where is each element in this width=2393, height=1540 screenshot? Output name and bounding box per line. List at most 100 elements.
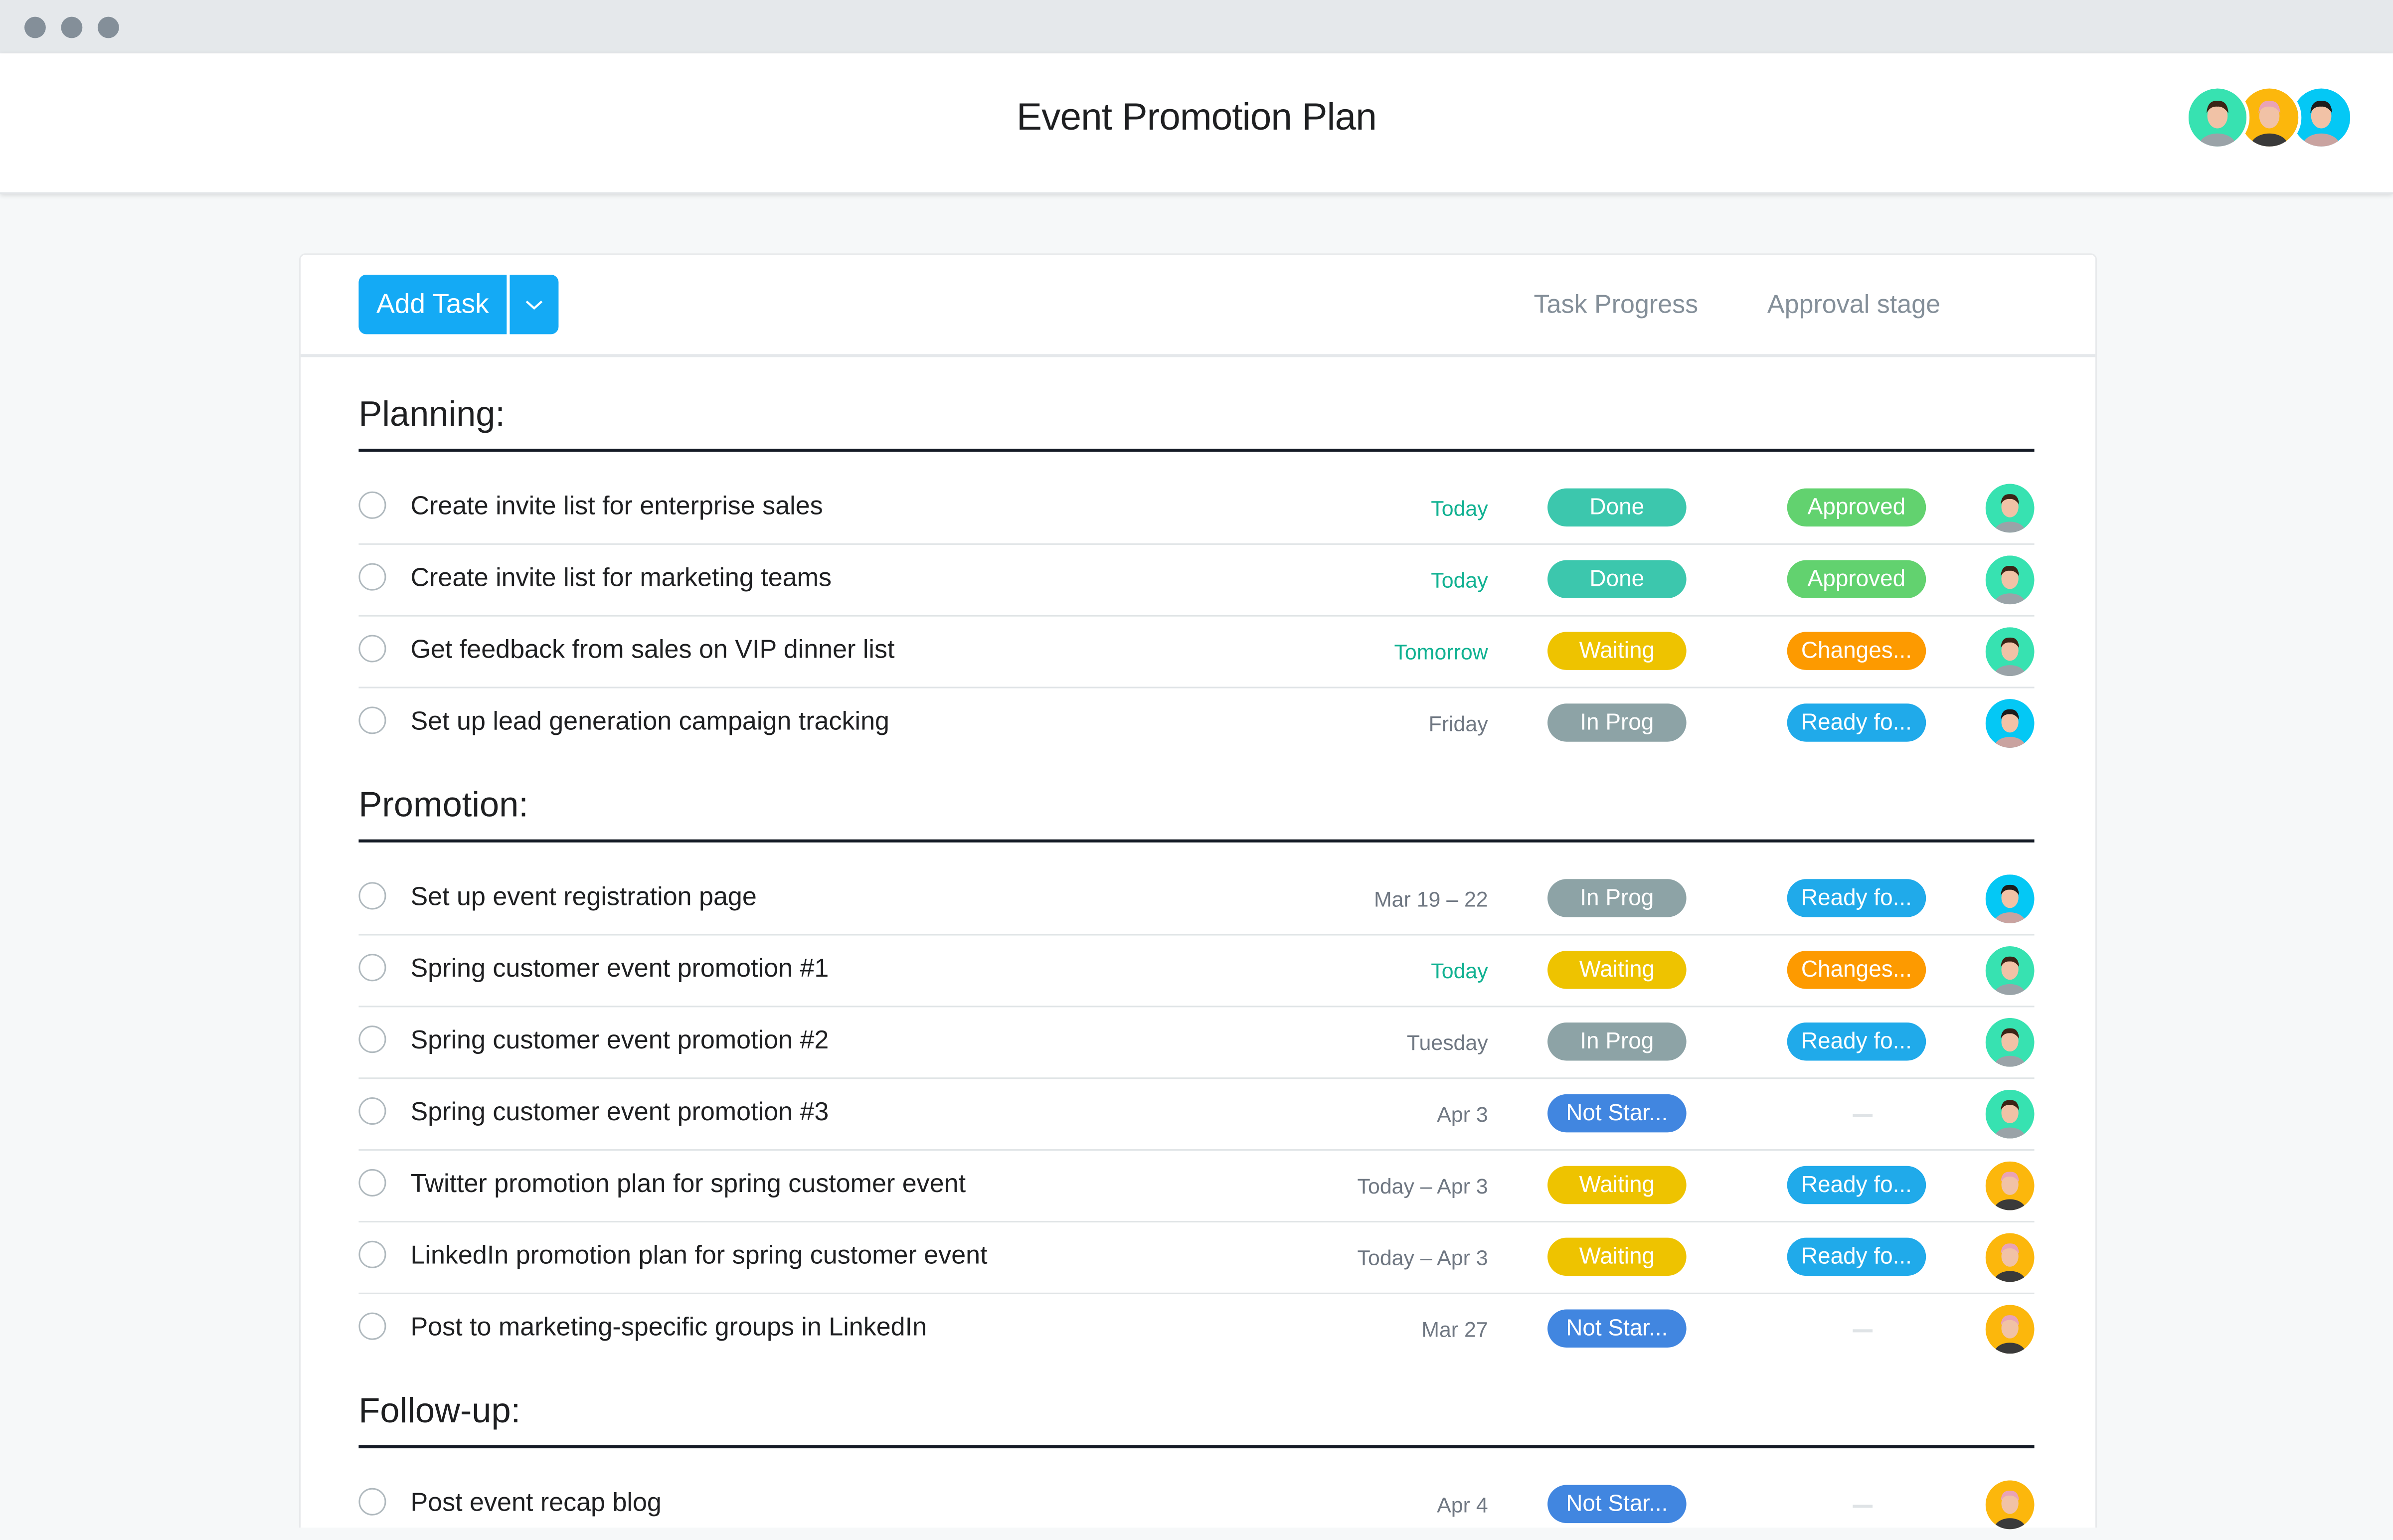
empty-approval-stage[interactable] — [1853, 1329, 1873, 1333]
window-minimize-button[interactable] — [61, 16, 83, 38]
task-row[interactable]: Create invite list for enterprise sales T… — [358, 473, 2035, 545]
due-date[interactable]: Tuesday — [1407, 1030, 1488, 1054]
complete-task-checkbox[interactable] — [358, 635, 386, 663]
due-date[interactable]: Friday — [1429, 711, 1488, 736]
column-header-task-progress[interactable]: Task Progress — [1534, 290, 1699, 321]
approval-stage-pill[interactable]: Ready fo... — [1787, 1023, 1926, 1061]
add-task-button[interactable]: Add Task — [358, 275, 507, 335]
approval-stage-pill[interactable]: Changes... — [1787, 632, 1926, 670]
task-row[interactable]: Set up lead generation campaign tracking… — [358, 688, 2035, 759]
task-row[interactable]: Spring customer event promotion #2 Tuesda… — [358, 1007, 2035, 1079]
approval-stage-pill[interactable]: Approved — [1787, 488, 1926, 527]
project-members[interactable] — [2185, 85, 2354, 150]
task-progress-pill[interactable]: Not Star... — [1547, 1094, 1687, 1133]
section-title[interactable]: Follow-up: — [358, 1382, 2035, 1449]
assignee-avatar[interactable] — [1985, 1161, 2035, 1210]
assignee-avatar[interactable] — [1985, 699, 2035, 748]
task-name[interactable]: Create invite list for enterprise sales — [410, 492, 823, 522]
due-date[interactable]: Today – Apr 3 — [1358, 1174, 1488, 1198]
assignee-avatar[interactable] — [1985, 1305, 2035, 1354]
page-title: Event Promotion Plan — [1017, 96, 1377, 139]
task-row[interactable]: Set up event registration page Mar 19 – 2… — [358, 864, 2035, 936]
approval-stage-pill[interactable]: Ready fo... — [1787, 703, 1926, 742]
project-header: Event Promotion Plan — [0, 53, 2393, 194]
task-progress-pill[interactable]: Waiting — [1547, 632, 1687, 670]
due-date[interactable]: Today — [1431, 958, 1488, 983]
assignee-avatar[interactable] — [1985, 627, 2035, 677]
assignee-avatar[interactable] — [1985, 1018, 2035, 1067]
add-task-dropdown-button[interactable] — [510, 275, 559, 335]
task-name[interactable]: Set up event registration page — [410, 882, 756, 912]
task-progress-pill[interactable]: Done — [1547, 488, 1687, 527]
task-row[interactable]: Post event recap blog Apr 4 Not Star... — [358, 1470, 2035, 1540]
due-date[interactable]: Mar 27 — [1421, 1317, 1488, 1342]
task-row[interactable]: Spring customer event promotion #1 Today W… — [358, 936, 2035, 1008]
complete-task-checkbox[interactable] — [358, 706, 386, 734]
complete-task-checkbox[interactable] — [358, 1097, 386, 1125]
task-name[interactable]: Get feedback from sales on VIP dinner li… — [410, 635, 894, 665]
task-name[interactable]: Twitter promotion plan for spring custom… — [410, 1169, 966, 1199]
assignee-avatar[interactable] — [1985, 1233, 2035, 1282]
due-date[interactable]: Mar 19 – 22 — [1374, 887, 1488, 911]
approval-stage-pill[interactable]: Ready fo... — [1787, 1237, 1926, 1276]
task-progress-pill[interactable]: In Prog — [1547, 1023, 1687, 1061]
assignee-avatar[interactable] — [1985, 555, 2035, 605]
approval-stage-pill[interactable]: Changes... — [1787, 951, 1926, 989]
task-name[interactable]: Spring customer event promotion #2 — [410, 1026, 829, 1056]
due-date[interactable]: Today — [1431, 496, 1488, 520]
task-name[interactable]: Create invite list for marketing teams — [410, 563, 832, 594]
avatar-photo-icon — [1985, 555, 2035, 605]
task-name[interactable]: Post to marketing-specific groups in Lin… — [410, 1313, 927, 1343]
approval-stage-pill[interactable]: Approved — [1787, 560, 1926, 598]
task-name[interactable]: Set up lead generation campaign tracking — [410, 706, 889, 737]
complete-task-checkbox[interactable] — [358, 1488, 386, 1516]
task-progress-pill[interactable]: Waiting — [1547, 1166, 1687, 1204]
task-row[interactable]: Get feedback from sales on VIP dinner li… — [358, 617, 2035, 688]
assignee-avatar[interactable] — [1985, 1480, 2035, 1530]
task-progress-pill[interactable]: In Prog — [1547, 879, 1687, 917]
task-row[interactable]: Twitter promotion plan for spring custom… — [358, 1151, 2035, 1223]
window-close-button[interactable] — [24, 16, 46, 38]
task-progress-pill[interactable]: Waiting — [1547, 1237, 1687, 1276]
task-name[interactable]: Post event recap blog — [410, 1488, 661, 1519]
assignee-avatar[interactable] — [1985, 484, 2035, 533]
approval-stage-pill[interactable]: Ready fo... — [1787, 1166, 1926, 1204]
due-date[interactable]: Apr 3 — [1437, 1102, 1488, 1126]
avatar-photo-icon — [1985, 699, 2035, 748]
complete-task-checkbox[interactable] — [358, 1169, 386, 1197]
task-progress-pill[interactable]: Waiting — [1547, 951, 1687, 989]
approval-stage-pill[interactable]: Ready fo... — [1787, 879, 1926, 917]
due-date[interactable]: Apr 4 — [1437, 1493, 1488, 1517]
task-row[interactable]: Create invite list for marketing teams To… — [358, 545, 2035, 617]
task-name[interactable]: Spring customer event promotion #1 — [410, 954, 829, 984]
column-header-approval-stage[interactable]: Approval stage — [1767, 290, 1940, 321]
due-date[interactable]: Tomorrow — [1394, 640, 1488, 664]
task-row[interactable]: Post to marketing-specific groups in Lin… — [358, 1294, 2035, 1365]
task-row[interactable]: Spring customer event promotion #3 Apr 3 N… — [358, 1079, 2035, 1151]
task-progress-pill[interactable]: Not Star... — [1547, 1309, 1687, 1348]
section-title[interactable]: Planning: — [358, 386, 2035, 452]
empty-approval-stage[interactable] — [1853, 1114, 1873, 1117]
assignee-avatar[interactable] — [1985, 946, 2035, 995]
due-date[interactable]: Today — [1431, 568, 1488, 592]
task-progress-pill[interactable]: In Prog — [1547, 703, 1687, 742]
complete-task-checkbox[interactable] — [358, 1312, 386, 1340]
task-row[interactable]: LinkedIn promotion plan for spring custo… — [358, 1222, 2035, 1294]
task-progress-pill[interactable]: Not Star... — [1547, 1485, 1687, 1524]
task-progress-pill[interactable]: Done — [1547, 560, 1687, 598]
section-title[interactable]: Promotion: — [358, 777, 2035, 843]
empty-approval-stage[interactable] — [1853, 1505, 1873, 1508]
complete-task-checkbox[interactable] — [358, 954, 386, 982]
complete-task-checkbox[interactable] — [358, 882, 386, 910]
complete-task-checkbox[interactable] — [358, 1026, 386, 1053]
task-name[interactable]: Spring customer event promotion #3 — [410, 1097, 829, 1128]
complete-task-checkbox[interactable] — [358, 1240, 386, 1268]
assignee-avatar[interactable] — [1985, 874, 2035, 924]
avatar[interactable] — [2185, 85, 2250, 150]
complete-task-checkbox[interactable] — [358, 563, 386, 591]
window-maximize-button[interactable] — [97, 16, 119, 38]
task-name[interactable]: LinkedIn promotion plan for spring custo… — [410, 1241, 987, 1271]
due-date[interactable]: Today – Apr 3 — [1358, 1245, 1488, 1270]
assignee-avatar[interactable] — [1985, 1089, 2035, 1139]
complete-task-checkbox[interactable] — [358, 491, 386, 519]
